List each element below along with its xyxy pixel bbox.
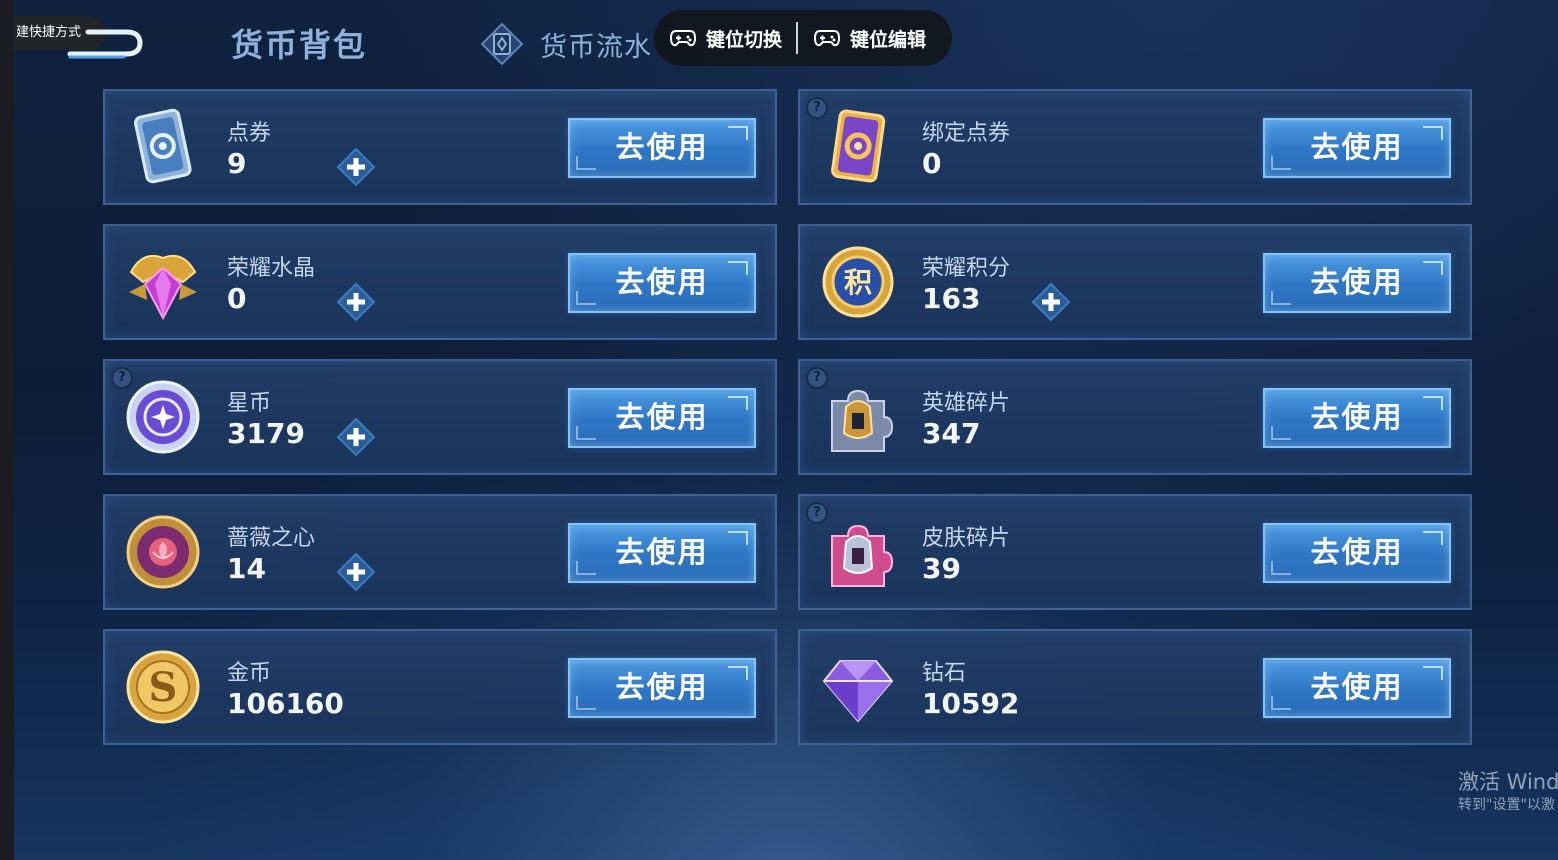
use-button[interactable]: 去使用 [568, 253, 756, 313]
windows-activation-watermark-title: 激活 Windo [1458, 770, 1558, 794]
currency-amount: 163 [922, 282, 981, 315]
glory-points-icon: 积 [822, 246, 894, 318]
gamepad-edit-icon [814, 30, 841, 47]
currency-bag-screen: 建快捷方式 货币背包 货币流水 键位切换 键位编辑 点券 9 去使用 ? 绑定点… [14, 0, 1558, 860]
windows-activation-watermark-hint: 转到"设置"以激 [1458, 797, 1555, 813]
currency-name: 星币 [227, 391, 272, 416]
add-plus-icon[interactable] [336, 552, 376, 592]
svg-text:S: S [149, 664, 178, 711]
left-edge-strip [0, 0, 14, 860]
currency-name: 荣耀水晶 [227, 256, 316, 281]
add-plus-icon[interactable] [336, 282, 376, 322]
use-button[interactable]: 去使用 [1263, 523, 1451, 583]
use-button[interactable]: 去使用 [1263, 388, 1451, 448]
gold-coin-icon: S [126, 650, 200, 724]
currency-name: 点券 [227, 121, 272, 146]
currency-card-star-coin: ? 星币 3179 去使用 [103, 359, 777, 475]
currency-amount: 10592 [922, 687, 1020, 720]
currency-card-bound-voucher: ? 绑定点券 0 去使用 [798, 89, 1472, 205]
tab-currency-flow[interactable]: 货币流水 [480, 22, 652, 66]
use-button[interactable]: 去使用 [1263, 253, 1451, 313]
currency-card-diamond: 钻石 10592 去使用 [798, 629, 1472, 745]
currency-amount: 347 [922, 417, 981, 450]
key-edit-label: 键位编辑 [850, 28, 927, 51]
currency-card-glory-points: 积 荣耀积分 163 去使用 [798, 224, 1472, 340]
star-coin-icon [126, 380, 200, 454]
add-plus-icon[interactable] [336, 417, 376, 457]
currency-amount: 14 [227, 552, 266, 585]
use-button[interactable]: 去使用 [568, 118, 756, 178]
currency-card-voucher: 点券 9 去使用 [103, 89, 777, 205]
currency-card-gold-coin: S 金币 106160 去使用 [103, 629, 777, 745]
currency-card-skin-fragment: ? 皮肤碎片 39 去使用 [798, 494, 1472, 610]
currency-card-rose-heart: 蔷薇之心 14 去使用 [103, 494, 777, 610]
currency-name: 英雄碎片 [922, 391, 1011, 416]
add-plus-icon[interactable] [336, 147, 376, 187]
currency-amount: 0 [227, 282, 247, 315]
key-mapping-toolbar: 键位切换 键位编辑 [654, 10, 952, 66]
currency-name: 钻石 [922, 661, 967, 686]
use-button[interactable]: 去使用 [568, 658, 756, 718]
tab-currency-flow-label: 货币流水 [540, 31, 652, 63]
skin-fragment-icon [831, 524, 894, 587]
currency-amount: 106160 [227, 687, 344, 720]
currency-name: 荣耀积分 [922, 256, 1011, 281]
page-title: 货币背包 [231, 26, 368, 64]
back-arrow-icon[interactable] [66, 24, 146, 62]
key-switch-label: 键位切换 [706, 28, 783, 51]
diamond-icon [822, 660, 894, 723]
currency-name: 绑定点券 [922, 121, 1011, 146]
currency-amount: 3179 [227, 417, 305, 450]
currency-amount: 39 [922, 552, 961, 585]
rose-heart-icon [126, 515, 200, 589]
currency-card-hero-fragment: ? 英雄碎片 347 去使用 [798, 359, 1472, 475]
hero-fragment-icon [831, 389, 894, 452]
currency-amount: 9 [227, 147, 247, 180]
key-edit-button[interactable]: 键位编辑 [798, 10, 940, 66]
use-button[interactable]: 去使用 [1263, 658, 1451, 718]
glory-crystal-icon [129, 254, 197, 321]
use-button[interactable]: 去使用 [568, 523, 756, 583]
gamepad-switch-icon [670, 30, 696, 47]
use-button[interactable]: 去使用 [1263, 118, 1451, 178]
flow-card-icon [480, 22, 524, 66]
currency-card-glory-crystal: 荣耀水晶 0 去使用 [103, 224, 777, 340]
currency-name: 皮肤碎片 [922, 526, 1011, 551]
use-button[interactable]: 去使用 [568, 388, 756, 448]
voucher-card-icon [134, 108, 192, 184]
bound-voucher-card-icon [831, 109, 886, 183]
add-plus-icon[interactable] [1031, 282, 1071, 322]
currency-name: 金币 [227, 661, 272, 686]
svg-text:积: 积 [844, 266, 872, 299]
currency-amount: 0 [922, 147, 942, 180]
currency-name: 蔷薇之心 [227, 526, 316, 551]
key-switch-button[interactable]: 键位切换 [654, 10, 796, 66]
